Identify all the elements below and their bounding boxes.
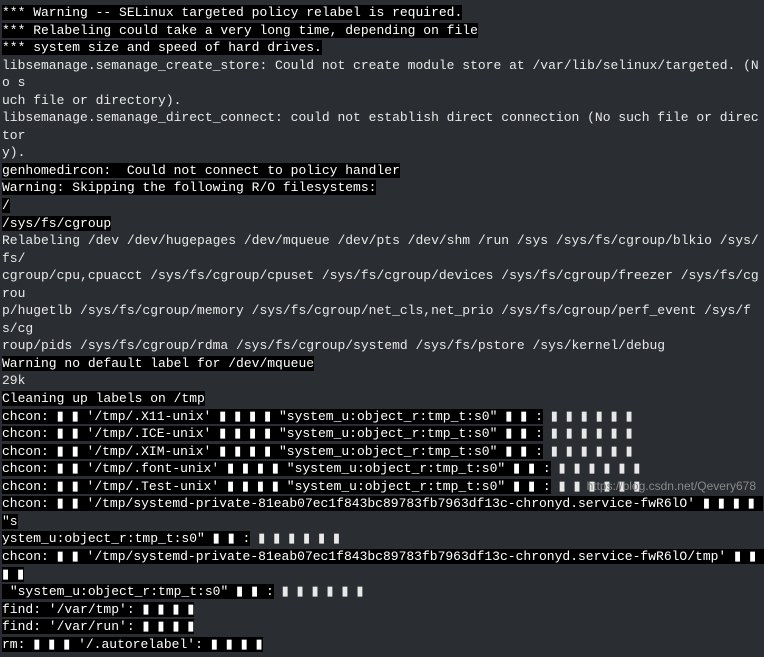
terminal-segment: Warning no default label for /dev/mqueue	[2, 356, 314, 371]
terminal-line: chcon: ▮ ▮ '/tmp/systemd-private-81eab07…	[2, 495, 762, 530]
terminal-segment: libsemanage.semanage_create_store: Could…	[2, 58, 759, 91]
terminal-segment: find: '/var/tmp': ▮ ▮ ▮ ▮	[2, 602, 194, 617]
terminal-segment: chcon: ▮ ▮ '/tmp/.XIM-unix' ▮ ▮ ▮ ▮ "sys…	[2, 444, 543, 459]
terminal-segment: find: '/var/run': ▮ ▮ ▮ ▮	[2, 619, 194, 634]
terminal-line: p/hugetlb /sys/fs/cgroup/memory /sys/fs/…	[2, 302, 762, 337]
terminal-segment: ▮ ▮ ▮ ▮ ▮ ▮	[543, 426, 633, 441]
terminal-segment: chcon: ▮ ▮ '/tmp/.Test-unix' ▮ ▮ ▮ ▮ "sy…	[2, 479, 551, 494]
terminal-segment: ▮ ▮ ▮ ▮ ▮ ▮	[543, 444, 633, 459]
terminal-segment: ▮ ▮ ▮ ▮ ▮ ▮	[250, 531, 340, 546]
terminal-line: libsemanage.semanage_create_store: Could…	[2, 57, 762, 92]
terminal-line: uch file or directory).	[2, 92, 762, 110]
terminal-line: /	[2, 197, 762, 215]
terminal-line: Relabeling /dev /dev/hugepages /dev/mque…	[2, 232, 762, 267]
terminal-segment: ▮ ▮ ▮ ▮ ▮ ▮	[543, 409, 633, 424]
terminal-output: *** Warning -- SELinux targeted policy r…	[0, 0, 764, 657]
terminal-segment: uch file or directory).	[2, 93, 181, 108]
terminal-line: chcon: ▮ ▮ '/tmp/.font-unix' ▮ ▮ ▮ ▮ "sy…	[2, 460, 762, 478]
terminal-segment: p/hugetlb /sys/fs/cgroup/memory /sys/fs/…	[2, 303, 751, 336]
terminal-segment: genhomedircon: Could not connect to poli…	[2, 163, 400, 178]
terminal-segment: /	[2, 198, 10, 213]
terminal-segment: chcon: ▮ ▮ '/tmp/.ICE-unix' ▮ ▮ ▮ ▮ "sys…	[2, 426, 543, 441]
terminal-line: find: '/var/tmp': ▮ ▮ ▮ ▮	[2, 601, 762, 619]
terminal-segment: Relabeling /dev /dev/hugepages /dev/mque…	[2, 233, 759, 266]
terminal-line: libsemanage.semanage_direct_connect: cou…	[2, 109, 762, 144]
terminal-line: y).	[2, 144, 762, 162]
terminal-segment: Warning: Skipping the following R/O file…	[2, 180, 376, 195]
terminal-segment: y).	[2, 145, 25, 160]
terminal-segment: ystem_u:object_r:tmp_t:s0" ▮ ▮ :	[2, 531, 250, 546]
terminal-line: find: '/var/run': ▮ ▮ ▮ ▮	[2, 618, 762, 636]
terminal-line: chcon: ▮ ▮ '/tmp/.ICE-unix' ▮ ▮ ▮ ▮ "sys…	[2, 425, 762, 443]
terminal-segment: cgroup/cpu,cpuacct /sys/fs/cgroup/cpuset…	[2, 268, 759, 301]
terminal-segment: ▮ ▮ ▮ ▮ ▮ ▮	[274, 584, 364, 599]
terminal-line: ystem_u:object_r:tmp_t:s0" ▮ ▮ : ▮ ▮ ▮ ▮…	[2, 530, 762, 548]
terminal-line: chcon: ▮ ▮ '/tmp/.XIM-unix' ▮ ▮ ▮ ▮ "sys…	[2, 443, 762, 461]
terminal-segment: chcon: ▮ ▮ '/tmp/.font-unix' ▮ ▮ ▮ ▮ "sy…	[2, 461, 551, 476]
terminal-line: *** system size and speed of hard drives…	[2, 39, 762, 57]
terminal-line: "system_u:object_r:tmp_t:s0" ▮ ▮ : ▮ ▮ ▮…	[2, 583, 762, 601]
terminal-line: *** Warning -- SELinux targeted policy r…	[2, 4, 762, 22]
terminal-segment: *** system size and speed of hard drives…	[2, 40, 322, 55]
terminal-segment: chcon: ▮ ▮ '/tmp/systemd-private-81eab07…	[2, 549, 764, 582]
terminal-segment: "system_u:object_r:tmp_t:s0" ▮ ▮ :	[2, 584, 274, 599]
terminal-line: chcon: ▮ ▮ '/tmp/systemd-private-81eab07…	[2, 548, 762, 583]
terminal-line: Warning no default label for /dev/mqueue	[2, 355, 762, 373]
terminal-segment: ▮ ▮ ▮ ▮ ▮ ▮	[551, 461, 641, 476]
terminal-line: roup/pids /sys/fs/cgroup/rdma /sys/fs/cg…	[2, 337, 762, 355]
terminal-segment: *** Relabeling could take a very long ti…	[2, 23, 478, 38]
terminal-segment: chcon: ▮ ▮ '/tmp/.X11-unix' ▮ ▮ ▮ ▮ "sys…	[2, 409, 543, 424]
terminal-segment: libsemanage.semanage_direct_connect: cou…	[2, 110, 759, 143]
terminal-segment: *** Warning -- SELinux targeted policy r…	[2, 5, 462, 20]
terminal-line: Warning: Skipping the following R/O file…	[2, 179, 762, 197]
terminal-line: genhomedircon: Could not connect to poli…	[2, 162, 762, 180]
terminal-line: chcon: ▮ ▮ '/tmp/.X11-unix' ▮ ▮ ▮ ▮ "sys…	[2, 408, 762, 426]
terminal-line: /sys/fs/cgroup	[2, 215, 762, 233]
watermark: https://blog.csdn.net/Qevery678	[587, 478, 756, 494]
terminal-line: Cleaning up labels on /tmp	[2, 390, 762, 408]
terminal-segment: /sys/fs/cgroup	[2, 216, 111, 231]
terminal-segment: 29k	[2, 373, 25, 388]
terminal-segment: roup/pids /sys/fs/cgroup/rdma /sys/fs/cg…	[2, 338, 665, 353]
terminal-line: *** Relabeling could take a very long ti…	[2, 22, 762, 40]
terminal-line: cgroup/cpu,cpuacct /sys/fs/cgroup/cpuset…	[2, 267, 762, 302]
terminal-segment: Cleaning up labels on /tmp	[2, 391, 205, 406]
terminal-line: 29k	[2, 372, 762, 390]
terminal-segment: rm: ▮ ▮ ▮ '/.autorelabel': ▮ ▮ ▮ ▮	[2, 637, 263, 652]
terminal-segment: chcon: ▮ ▮ '/tmp/systemd-private-81eab07…	[2, 496, 763, 529]
terminal-line: rm: ▮ ▮ ▮ '/.autorelabel': ▮ ▮ ▮ ▮	[2, 636, 762, 654]
